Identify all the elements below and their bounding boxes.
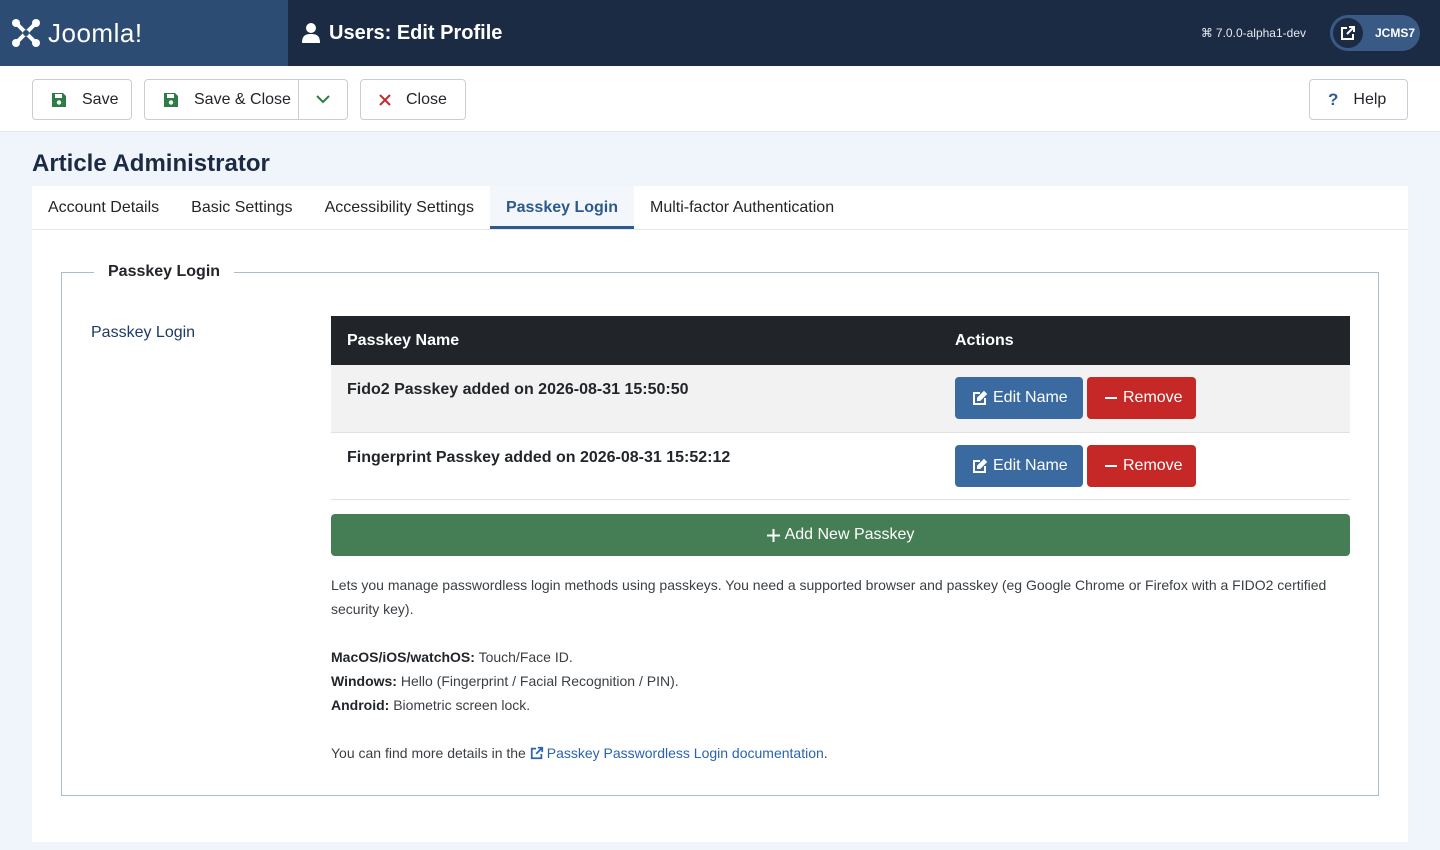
minus-icon	[1105, 397, 1117, 399]
remove-button[interactable]: Remove	[1087, 377, 1196, 419]
edit-name-label: Edit Name	[993, 456, 1068, 474]
save-label: Save	[82, 90, 119, 108]
description-text: Lets you manage passwordless login metho…	[331, 577, 1327, 617]
edit-card: Account Details Basic Settings Accessibi…	[32, 186, 1408, 842]
tab-passkey-login[interactable]: Passkey Login	[489, 186, 634, 229]
external-link-icon	[530, 746, 543, 760]
section-title: Article Administrator	[32, 150, 270, 177]
platform-name: Windows:	[331, 673, 397, 689]
tab-account-details[interactable]: Account Details	[32, 186, 175, 229]
table-row: Fingerprint Passkey added on 2026-08-31 …	[331, 432, 1350, 500]
col-actions: Actions	[952, 316, 1350, 365]
minus-icon	[1105, 464, 1117, 467]
platform-list: MacOS/iOS/watchOS: Touch/Face ID. Window…	[331, 645, 1350, 717]
table-row: Fido2 Passkey added on 2026-08-31 15:50:…	[331, 365, 1350, 433]
more-prefix: You can find more details in the	[331, 745, 526, 761]
joomla-logo[interactable]: Joomla!	[0, 0, 288, 66]
close-button[interactable]: Close	[360, 79, 466, 120]
version-info: ⌘ 7.0.0-alpha1-dev	[1201, 26, 1306, 40]
save-close-button[interactable]: Save & Close	[144, 79, 348, 120]
top-header: Joomla! Users: Edit Profile ⌘ 7.0.0-alph…	[0, 0, 1440, 66]
passkey-field-label: Passkey Login	[91, 324, 196, 341]
toolbar: Save Save & Close Close ? Help	[0, 66, 1440, 132]
save-options-dropdown[interactable]	[299, 80, 347, 119]
user-icon	[302, 23, 320, 43]
actions-cell: Edit Name Remove	[952, 432, 1350, 500]
edit-name-button[interactable]: Edit Name	[955, 377, 1083, 419]
help-label: Help	[1353, 90, 1387, 108]
external-link-icon	[1333, 18, 1363, 48]
save-icon	[51, 92, 67, 108]
platform-value: Touch/Face ID.	[478, 649, 573, 665]
table-header-row: Passkey Name Actions	[331, 316, 1350, 365]
add-new-passkey-label: Add New Passkey	[784, 526, 915, 543]
tab-multi-factor-authentication[interactable]: Multi-factor Authentication	[634, 186, 850, 229]
chevron-down-icon	[316, 95, 330, 104]
question-icon: ?	[1328, 89, 1339, 109]
documentation-link-text: Passkey Passwordless Login documentation	[546, 745, 824, 761]
close-icon	[379, 93, 391, 106]
fieldset-legend: Passkey Login	[94, 263, 235, 281]
edit-icon	[973, 458, 988, 473]
platform-value: Biometric screen lock.	[393, 697, 531, 713]
close-label: Close	[406, 90, 447, 108]
tab-bar: Account Details Basic Settings Accessibi…	[32, 186, 1408, 230]
save-button[interactable]: Save	[32, 79, 132, 120]
add-new-passkey-button[interactable]: Add New Passkey	[331, 514, 1350, 556]
passkey-description: Lets you manage passwordless login metho…	[331, 573, 1350, 789]
logo-text: Joomla!	[48, 17, 143, 48]
remove-button[interactable]: Remove	[1087, 444, 1196, 487]
save-icon	[163, 92, 179, 108]
actions-cell: Edit Name Remove	[952, 365, 1350, 433]
edit-name-label: Edit Name	[993, 389, 1068, 406]
version-text: 7.0.0-alpha1-dev	[1215, 26, 1306, 40]
site-name: JCMS7	[1375, 26, 1416, 40]
page-title-area: Users: Edit Profile	[288, 22, 502, 45]
remove-label: Remove	[1123, 389, 1183, 406]
plus-icon	[766, 528, 780, 542]
joomla-logo-icon	[12, 19, 40, 47]
documentation-link[interactable]: Passkey Passwordless Login documentation	[530, 745, 824, 761]
platform-name: Android:	[331, 697, 390, 713]
page-title: Users: Edit Profile	[329, 21, 503, 44]
passkey-name-cell: Fingerprint Passkey added on 2026-08-31 …	[331, 432, 952, 500]
col-passkey-name: Passkey Name	[331, 316, 952, 365]
view-site-button[interactable]: JCMS7	[1330, 15, 1420, 51]
tab-accessibility-settings[interactable]: Accessibility Settings	[309, 186, 490, 229]
documentation-note: You can find more details in the Passkey…	[331, 741, 1350, 765]
edit-icon	[973, 390, 988, 405]
edit-name-button[interactable]: Edit Name	[955, 444, 1083, 487]
platform-name: MacOS/iOS/watchOS:	[331, 649, 475, 665]
help-button[interactable]: ? Help	[1309, 79, 1408, 120]
tab-basic-settings[interactable]: Basic Settings	[175, 186, 308, 229]
more-suffix: .	[823, 745, 828, 761]
passkey-name-cell: Fido2 Passkey added on 2026-08-31 15:50:…	[331, 365, 952, 433]
joomla-small-icon: ⌘	[1200, 26, 1213, 40]
remove-label: Remove	[1123, 456, 1183, 474]
passkey-fieldset: Passkey Login Passkey Login Passkey Name…	[61, 263, 1379, 796]
platform-value: Hello (Fingerprint / Facial Recognition …	[400, 673, 679, 689]
passkey-table: Passkey Name Actions Fido2 Passkey added…	[331, 316, 1350, 500]
save-close-label: Save & Close	[194, 90, 291, 108]
